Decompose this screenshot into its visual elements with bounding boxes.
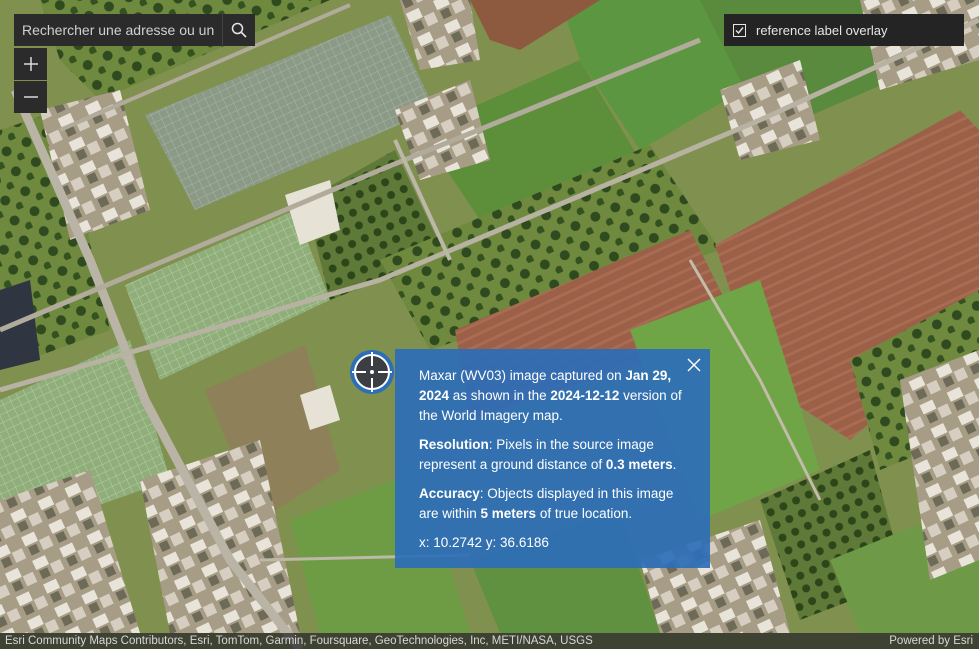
search-icon (231, 22, 247, 38)
imagery-version: 2024-12-12 (550, 388, 620, 403)
checkbox-check-icon (735, 26, 744, 34)
search-input[interactable] (14, 14, 223, 46)
accuracy-label: Accuracy (419, 486, 480, 501)
accuracy-value: 5 meters (480, 506, 537, 521)
attribution-bar: Esri Community Maps Contributors, Esri, … (0, 633, 979, 649)
zoom-controls (14, 48, 47, 113)
popup-coordinates: x: 10.2742 y: 36.6186 (419, 535, 549, 550)
popup-accuracy-info: Accuracy: Objects displayed in this imag… (419, 486, 674, 521)
search-widget (14, 14, 255, 46)
imagery-info-popup: Maxar (WV03) image captured on Jan 29, 2… (395, 349, 710, 568)
resolution-label: Resolution (419, 437, 489, 452)
minus-icon (23, 96, 38, 98)
attribution-sources[interactable]: Esri Community Maps Contributors, Esri, … (5, 633, 593, 649)
overlay-label: reference label overlay (756, 22, 888, 38)
crosshair-marker-icon (350, 350, 394, 394)
zoom-in-button[interactable] (14, 48, 47, 80)
plus-icon (23, 57, 38, 71)
overlay-checkbox[interactable] (733, 23, 746, 37)
reference-label-overlay-toggle[interactable]: reference label overlay (724, 14, 964, 46)
popup-capture-info: Maxar (WV03) image captured on Jan 29, 2… (419, 368, 682, 423)
close-icon[interactable] (686, 357, 702, 373)
resolution-value: 0.3 meters (605, 457, 673, 472)
zoom-out-button[interactable] (14, 81, 47, 113)
location-marker[interactable] (349, 349, 395, 395)
powered-by-esri[interactable]: Powered by Esri (889, 633, 973, 649)
popup-resolution-info: Resolution: Pixels in the source image r… (419, 437, 677, 472)
search-button[interactable] (222, 14, 255, 46)
